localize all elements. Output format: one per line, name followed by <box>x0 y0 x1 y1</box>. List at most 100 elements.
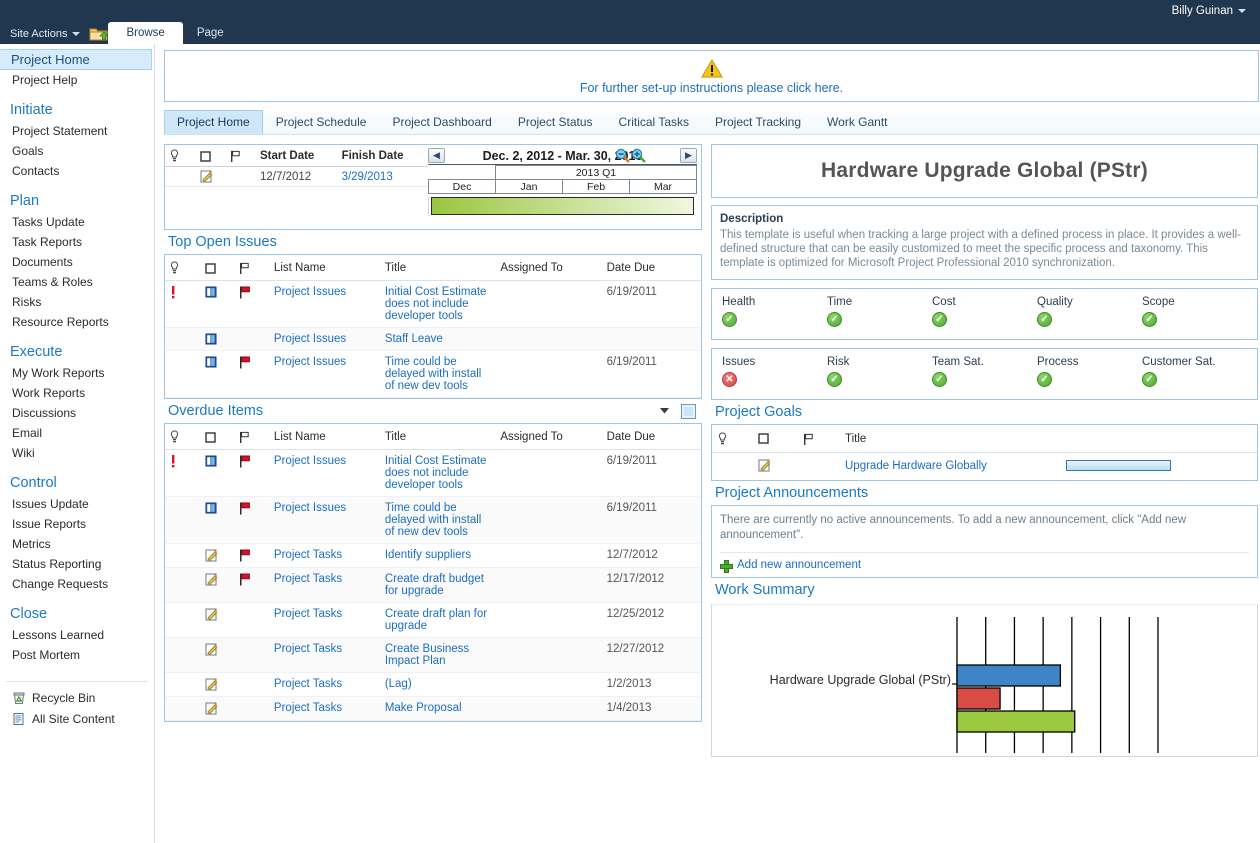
task-icon[interactable] <box>200 638 235 673</box>
task-icon[interactable] <box>200 544 235 568</box>
webpart-menu-icon[interactable] <box>681 404 696 419</box>
list-name-link[interactable]: Project Tasks <box>274 573 342 585</box>
column-header-type-icon[interactable] <box>200 255 235 281</box>
column-header-priority-icon[interactable] <box>165 424 200 450</box>
item-title-link[interactable]: Make Proposal <box>385 702 462 714</box>
table-row[interactable]: Project TasksIdentify suppliers12/7/2012 <box>165 544 701 568</box>
column-header-priority-icon[interactable] <box>712 425 752 453</box>
list-name-link[interactable]: Project Issues <box>274 286 346 298</box>
table-row[interactable]: Project Issues Initial Cost Estimate does… <box>165 281 701 328</box>
zoom-in-icon[interactable] <box>631 148 646 163</box>
item-title-link[interactable]: Time could be delayed with install of ne… <box>385 502 482 538</box>
sidebar-item-project-statement[interactable]: Project Statement <box>0 121 154 141</box>
column-header-title[interactable]: Title <box>839 425 1060 453</box>
issue-icon[interactable] <box>200 281 235 328</box>
column-header-assigned-to[interactable]: Assigned To <box>495 424 601 450</box>
table-row[interactable]: Project TasksCreate draft budget for upg… <box>165 568 701 603</box>
column-header-date-due[interactable]: Date Due <box>602 424 701 450</box>
flag-icon[interactable] <box>234 497 269 544</box>
flag-icon[interactable] <box>234 450 269 497</box>
column-header-list-name[interactable]: List Name <box>269 424 380 450</box>
sidebar-item-goals[interactable]: Goals <box>0 141 154 161</box>
item-title-link[interactable]: Create Business Impact Plan <box>385 643 469 667</box>
zoom-out-icon[interactable] <box>615 148 630 163</box>
column-header-priority-icon[interactable] <box>165 145 195 167</box>
task-icon[interactable] <box>200 603 235 638</box>
flag-icon[interactable] <box>234 544 269 568</box>
list-name-link[interactable]: Project Tasks <box>274 702 342 714</box>
column-header-start-date[interactable]: Start Date <box>255 145 337 167</box>
column-header-date-due[interactable]: Date Due <box>602 255 701 281</box>
table-row[interactable]: Project TasksMake Proposal1/4/2013 <box>165 697 701 721</box>
tab-project-tracking[interactable]: Project Tracking <box>702 111 814 134</box>
table-row[interactable]: Project Issues Time could be delayed with… <box>165 351 701 398</box>
table-row[interactable]: Project TasksCreate draft plan for upgra… <box>165 603 701 638</box>
column-header-type-icon[interactable] <box>200 424 235 450</box>
navigate-up-icon[interactable] <box>89 26 108 42</box>
goal-title-link[interactable]: Upgrade Hardware Globally <box>845 460 987 472</box>
chevron-down-icon[interactable] <box>660 408 669 414</box>
list-name-link[interactable]: Project Tasks <box>274 678 342 690</box>
sidebar-item-my-work-reports[interactable]: My Work Reports <box>0 363 154 383</box>
add-new-announcement-button[interactable]: Add new announcement <box>720 559 1249 571</box>
sidebar-item-lessons-learned[interactable]: Lessons Learned <box>0 625 154 645</box>
tab-critical-tasks[interactable]: Critical Tasks <box>606 111 702 134</box>
cell-finish-date[interactable]: 3/29/2013 <box>342 171 393 183</box>
item-title-link[interactable]: Time could be delayed with install of ne… <box>385 356 482 392</box>
list-name-link[interactable]: Project Issues <box>274 455 346 467</box>
sidebar-item-resource-reports[interactable]: Resource Reports <box>0 312 154 332</box>
sidebar-item-issue-reports[interactable]: Issue Reports <box>0 514 154 534</box>
tab-work-gantt[interactable]: Work Gantt <box>814 111 900 134</box>
list-name-link[interactable]: Project Tasks <box>274 643 342 655</box>
sidebar-item-issues-update[interactable]: Issues Update <box>0 494 154 514</box>
issue-icon[interactable] <box>200 328 235 351</box>
column-header-priority-icon[interactable] <box>165 255 200 281</box>
prev-arrow-icon[interactable]: ◀ <box>428 148 445 163</box>
edit-item-icon[interactable] <box>195 167 225 187</box>
column-header-flag-icon[interactable] <box>234 255 269 281</box>
table-row[interactable]: Project Issues Staff Leave <box>165 328 701 351</box>
flag-icon[interactable] <box>234 568 269 603</box>
tab-project-status[interactable]: Project Status <box>505 111 606 134</box>
column-header-assigned-to[interactable]: Assigned To <box>495 255 601 281</box>
list-name-link[interactable]: Project Tasks <box>274 549 342 561</box>
sidebar-item-all-site-content[interactable]: All Site Content <box>0 709 154 730</box>
column-header-type-icon[interactable] <box>752 425 797 453</box>
site-actions-menu[interactable]: Site Actions <box>0 28 89 44</box>
user-menu[interactable]: Billy Guinan <box>1172 5 1260 17</box>
column-header-flag-icon[interactable] <box>234 424 269 450</box>
column-header-flag-icon[interactable] <box>797 425 839 453</box>
column-header-list-name[interactable]: List Name <box>269 255 380 281</box>
sidebar-item-documents[interactable]: Documents <box>0 252 154 272</box>
tab-project-dashboard[interactable]: Project Dashboard <box>379 111 504 134</box>
issue-icon[interactable] <box>200 450 235 497</box>
table-row[interactable]: Project Tasks Create Business Impact Plan… <box>165 638 701 673</box>
task-icon[interactable] <box>200 697 235 721</box>
sidebar-item-status-reporting[interactable]: Status Reporting <box>0 554 154 574</box>
ribbon-tab-page[interactable]: Page <box>183 23 238 44</box>
issue-icon[interactable] <box>200 351 235 398</box>
list-name-link[interactable]: Project Issues <box>274 502 346 514</box>
sidebar-item-project-home[interactable]: Project Home <box>0 49 152 70</box>
item-title-link[interactable]: Create draft plan for upgrade <box>385 608 487 632</box>
list-name-link[interactable]: Project Issues <box>274 356 346 368</box>
sidebar-item-post-mortem[interactable]: Post Mortem <box>0 645 154 665</box>
setup-instructions-link[interactable]: For further set-up instructions please c… <box>580 81 843 95</box>
tab-project-home[interactable]: Project Home <box>164 110 263 134</box>
sidebar-item-work-reports[interactable]: Work Reports <box>0 383 154 403</box>
task-icon[interactable] <box>200 568 235 603</box>
item-title-link[interactable]: Staff Leave <box>385 333 443 345</box>
item-title-link[interactable]: Initial Cost Estimate does not include d… <box>385 286 487 322</box>
table-row[interactable]: Project Issues Time could be delayed with… <box>165 497 701 544</box>
sidebar-item-contacts[interactable]: Contacts <box>0 161 154 181</box>
list-name-link[interactable]: Project Issues <box>274 333 346 345</box>
table-row[interactable]: Project IssuesInitial Cost Estimate does… <box>165 450 701 497</box>
sidebar-item-tasks-update[interactable]: Tasks Update <box>0 212 154 232</box>
flag-icon[interactable] <box>234 351 269 398</box>
column-header-type-icon[interactable] <box>195 145 225 167</box>
issue-icon[interactable] <box>200 497 235 544</box>
column-header-title[interactable]: Title <box>380 424 496 450</box>
sidebar-item-task-reports[interactable]: Task Reports <box>0 232 154 252</box>
sidebar-item-project-help[interactable]: Project Help <box>0 70 154 90</box>
sidebar-item-metrics[interactable]: Metrics <box>0 534 154 554</box>
